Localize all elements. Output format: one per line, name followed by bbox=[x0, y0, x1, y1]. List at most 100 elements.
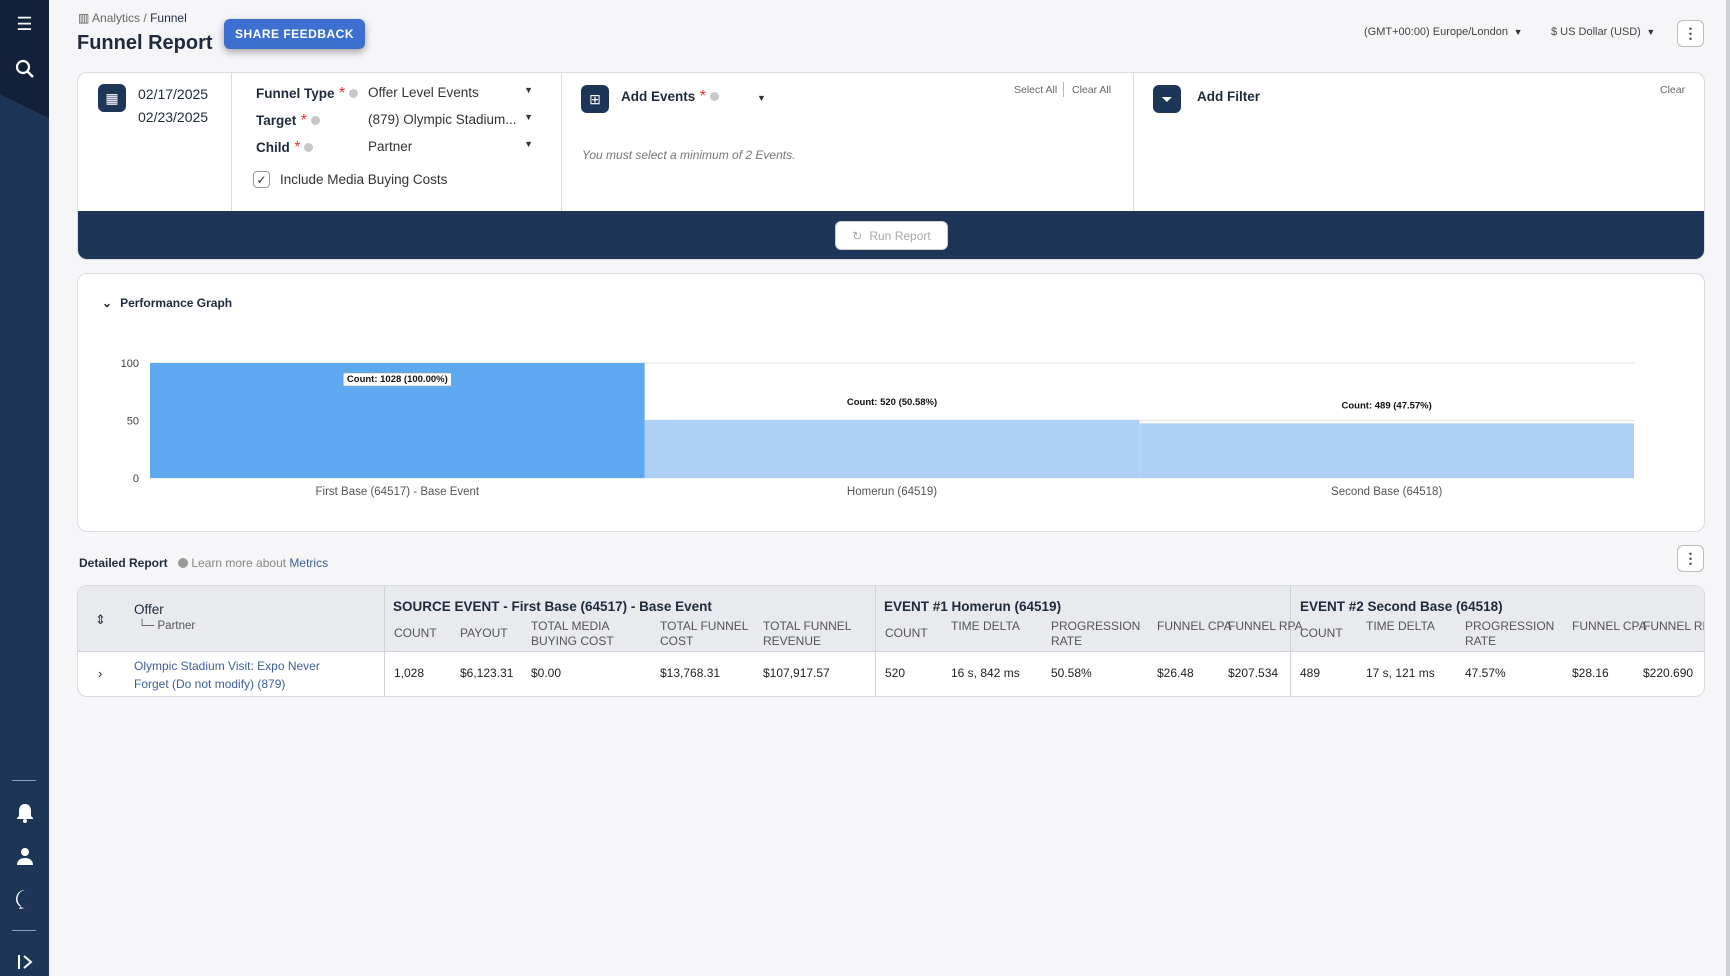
help-icon bbox=[178, 558, 188, 568]
column-header[interactable]: TOTAL FUNNEL REVENUE bbox=[763, 619, 858, 649]
column-header[interactable]: PROGRESSION RATE bbox=[1051, 619, 1146, 649]
help-icon bbox=[349, 89, 359, 99]
funnel-type-label: Funnel Type * bbox=[256, 85, 359, 103]
analytics-icon: ▥ bbox=[78, 11, 90, 25]
help-icon bbox=[310, 116, 320, 126]
expand-icon[interactable] bbox=[12, 949, 37, 974]
funnel-type-select[interactable]: Offer Level Events ▼ bbox=[368, 85, 533, 100]
detailed-report-title: Detailed Report bbox=[79, 556, 168, 570]
report-table: ⇕ Offer └─ Partner SOURCE EVENT - First … bbox=[77, 585, 1705, 697]
search-icon[interactable] bbox=[12, 56, 37, 81]
table-cell: 489 bbox=[1300, 666, 1321, 680]
date-end[interactable]: 02/23/2025 bbox=[138, 109, 208, 125]
table-cell: 47.57% bbox=[1465, 666, 1506, 680]
include-media-checkbox[interactable]: ✓ Include Media Buying Costs bbox=[253, 171, 447, 188]
clear-filter-link[interactable]: Clear bbox=[1660, 84, 1685, 96]
y-tick-label: 0 bbox=[133, 473, 139, 485]
table-cell: $6,123.31 bbox=[460, 666, 514, 680]
caret-down-icon: ▼ bbox=[524, 139, 533, 149]
child-label: Child * bbox=[256, 139, 314, 157]
table-cell: 17 s, 121 ms bbox=[1366, 666, 1435, 680]
currency-select[interactable]: $ US Dollar (USD) ▼ bbox=[1551, 26, 1655, 38]
column-header[interactable]: TOTAL MEDIA BUYING COST bbox=[531, 619, 626, 649]
bar bbox=[1139, 423, 1634, 478]
breadcrumb-analytics[interactable]: Analytics bbox=[92, 11, 140, 25]
help-icon bbox=[304, 143, 314, 153]
data-label: Count: 520 (50.58%) bbox=[847, 397, 937, 408]
table-cell: 50.58% bbox=[1051, 666, 1092, 680]
table-cell: $13,768.31 bbox=[660, 666, 721, 680]
divider bbox=[12, 780, 36, 781]
expand-row-icon[interactable]: › bbox=[98, 666, 102, 681]
table-cell: $0.00 bbox=[531, 666, 562, 680]
help-icon[interactable]: ? bbox=[12, 886, 37, 911]
more-options-button[interactable]: ⋮ bbox=[1677, 20, 1704, 47]
table-cell: 16 s, 842 ms bbox=[951, 666, 1020, 680]
column-header[interactable]: TOTAL FUNNEL COST bbox=[660, 619, 755, 649]
target-label: Target * bbox=[256, 112, 320, 130]
x-tick-label: Second Base (64518) bbox=[1331, 486, 1442, 498]
offer-link[interactable]: Olympic Stadium Visit: Expo Never Forget… bbox=[134, 657, 334, 693]
sidebar: ☰ ? bbox=[0, 0, 49, 976]
offer-header[interactable]: Offer bbox=[134, 602, 164, 617]
refresh-icon: ↻ bbox=[852, 228, 863, 243]
run-report-button[interactable]: ↻ Run Report bbox=[835, 221, 948, 250]
breadcrumb-funnel: Funnel bbox=[150, 11, 187, 25]
child-select[interactable]: Partner ▼ bbox=[368, 139, 533, 154]
share-feedback-button[interactable]: SHARE FEEDBACK bbox=[224, 19, 365, 49]
funnel-chart: 0 50 100 Count: 1028 (100.00%) First Base (6… bbox=[121, 358, 1634, 498]
target-select[interactable]: (879) Olympic Stadium... ▼ bbox=[368, 112, 533, 127]
calendar-icon[interactable]: ▦ bbox=[98, 84, 126, 112]
help-icon bbox=[709, 92, 719, 102]
column-header[interactable]: COUNT bbox=[1300, 626, 1355, 641]
table-cell: 520 bbox=[885, 666, 906, 680]
add-filter-label[interactable]: Add Filter bbox=[1197, 89, 1260, 104]
timezone-select[interactable]: (GMT+00:00) Europe/London ▼ bbox=[1364, 26, 1523, 38]
bell-icon[interactable] bbox=[12, 800, 37, 825]
column-header[interactable]: COUNT bbox=[885, 626, 940, 641]
page-title: Funnel Report bbox=[77, 32, 213, 54]
caret-down-icon: ▼ bbox=[1643, 27, 1656, 37]
select-all-link[interactable]: Select All bbox=[1014, 84, 1057, 96]
checkbox-checked-icon[interactable]: ✓ bbox=[253, 171, 270, 188]
x-tick-label: First Base (64517) - Base Event bbox=[316, 486, 480, 498]
column-header[interactable]: TIME DELTA bbox=[1366, 619, 1461, 634]
breadcrumb: ▥ Analytics / Funnel bbox=[78, 11, 187, 25]
group-header-event1: EVENT #1 Homerun (64519) bbox=[884, 599, 1062, 614]
collapse-rows-icon[interactable]: ⇕ bbox=[95, 612, 106, 628]
caret-down-icon: ▼ bbox=[524, 85, 533, 95]
filter-panel: ▦ 02/17/2025 02/23/2025 Funnel Type * Of… bbox=[77, 72, 1705, 260]
column-header[interactable]: COUNT bbox=[394, 626, 449, 641]
caret-down-icon: ▼ bbox=[756, 93, 766, 103]
metrics-link[interactable]: Metrics bbox=[289, 556, 328, 570]
divider bbox=[12, 930, 36, 931]
table-cell: $207.534 bbox=[1228, 666, 1279, 680]
performance-graph-card: ⌄ Performance Graph 0 50 100 Count: 1028 (10… bbox=[77, 273, 1705, 532]
data-label: Count: 1028 (100.00%) bbox=[347, 374, 448, 385]
group-header-event2: EVENT #2 Second Base (64518) bbox=[1300, 599, 1503, 614]
data-label: Count: 489 (47.57%) bbox=[1342, 400, 1432, 411]
events-hint: You must select a minimum of 2 Events. bbox=[582, 148, 796, 162]
filter-add-icon[interactable]: ⏷ bbox=[1153, 85, 1181, 113]
partner-header: └─ Partner bbox=[138, 620, 196, 632]
y-tick-label: 50 bbox=[127, 416, 139, 428]
scrollbar[interactable] bbox=[1726, 0, 1730, 976]
date-start[interactable]: 02/17/2025 bbox=[138, 86, 208, 102]
add-events-select[interactable]: Add Events * ▼ bbox=[621, 88, 766, 106]
table-cell: $220.690 bbox=[1643, 666, 1694, 680]
user-icon[interactable] bbox=[12, 843, 37, 868]
report-options-button[interactable]: ⋮ bbox=[1677, 545, 1704, 572]
clear-all-link[interactable]: Clear All bbox=[1072, 84, 1111, 96]
menu-icon[interactable]: ☰ bbox=[12, 12, 37, 37]
table-cell: $26.48 bbox=[1157, 666, 1194, 680]
y-tick-label: 100 bbox=[121, 358, 139, 370]
run-bar: ↻ Run Report bbox=[78, 211, 1704, 259]
column-header[interactable]: TIME DELTA bbox=[951, 619, 1046, 634]
group-header-source: SOURCE EVENT - First Base (64517) - Base… bbox=[393, 599, 712, 614]
table-cell: 1,028 bbox=[394, 666, 425, 680]
add-events-icon[interactable]: ⊞ bbox=[581, 85, 609, 113]
svg-text:?: ? bbox=[21, 894, 28, 906]
column-header[interactable]: FUNNEL RPA bbox=[1643, 619, 1704, 634]
column-header[interactable]: PROGRESSION RATE bbox=[1465, 619, 1560, 649]
learn-more: Learn more about Metrics bbox=[178, 556, 328, 570]
